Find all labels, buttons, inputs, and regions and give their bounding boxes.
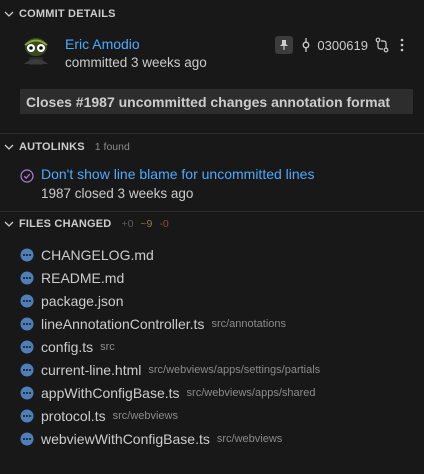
autolink-item[interactable]: Don't show line blame for uncommitted li… — [0, 160, 424, 204]
added-count: +0 — [121, 217, 134, 230]
file-path: src — [100, 340, 115, 353]
autolinks-title: AUTOLINKS — [19, 141, 85, 153]
issue-closed-icon — [20, 169, 34, 183]
file-item[interactable]: protocol.ts src/webviews — [0, 404, 424, 427]
commit-message: Closes #1987 uncommitted changes annotat… — [20, 89, 413, 114]
file-name: README.md — [41, 269, 125, 286]
commit-details-title: COMMIT DETAILS — [19, 8, 116, 20]
avatar[interactable] — [20, 34, 52, 66]
compare-icon[interactable] — [374, 37, 390, 53]
file-item[interactable]: package.json — [0, 289, 424, 312]
file-name: CHANGELOG.md — [41, 246, 154, 263]
chevron-down-icon — [4, 221, 14, 227]
files-changed-section: FILES CHANGED +0 ~9 -0 CHANGELOG.md READ… — [0, 212, 424, 450]
autolinks-section: AUTOLINKS 1 found Don't show line blame … — [0, 134, 424, 204]
file-modified-icon — [20, 271, 34, 284]
file-item[interactable]: CHANGELOG.md — [0, 243, 424, 266]
file-path: src/webviews — [112, 409, 178, 422]
file-modified-icon — [20, 294, 34, 307]
file-modified-icon — [20, 409, 34, 422]
file-name: protocol.ts — [41, 407, 106, 424]
files-changed-header[interactable]: FILES CHANGED +0 ~9 -0 — [0, 212, 424, 234]
file-item[interactable]: README.md — [0, 266, 424, 289]
file-name: config.ts — [41, 338, 94, 355]
file-name: webviewWithConfigBase.ts — [41, 430, 210, 447]
autolinks-count: 1 found — [94, 141, 130, 153]
chevron-down-icon — [4, 144, 14, 150]
files-changed-title: FILES CHANGED — [19, 217, 112, 230]
modified-count: ~9 — [140, 217, 153, 230]
commit-actions: 0300619 — [275, 36, 408, 54]
pin-button[interactable] — [275, 36, 294, 54]
file-modified-icon — [20, 363, 34, 376]
autolink-subtitle: 1987 closed 3 weeks ago — [41, 186, 194, 201]
commit-details-section: COMMIT DETAILS Eric Amodio committed 3 w… — [0, 0, 424, 114]
file-name: package.json — [41, 292, 124, 309]
file-name: lineAnnotationController.ts — [41, 315, 205, 332]
file-modified-icon — [20, 386, 34, 399]
file-path: src/annotations — [211, 317, 287, 330]
file-modified-icon — [20, 340, 34, 353]
file-list: CHANGELOG.md README.md package.json line… — [0, 243, 424, 450]
git-commit-icon — [302, 38, 310, 52]
more-icon[interactable] — [396, 37, 408, 53]
commit-sha-button[interactable]: 0300619 — [299, 38, 368, 53]
file-item[interactable]: current-line.html src/webviews/apps/sett… — [0, 358, 424, 381]
file-item[interactable]: webviewWithConfigBase.ts src/webviews — [0, 427, 424, 450]
file-modified-icon — [20, 432, 34, 445]
commit-details-header[interactable]: COMMIT DETAILS — [0, 0, 424, 25]
file-item[interactable]: appWithConfigBase.ts src/webviews/apps/s… — [0, 381, 424, 404]
pin-icon — [280, 40, 289, 50]
file-path: src/webviews — [216, 432, 283, 445]
file-name: appWithConfigBase.ts — [41, 384, 180, 401]
autolink-title[interactable]: Don't show line blame for uncommitted li… — [41, 166, 314, 182]
file-modified-icon — [20, 248, 34, 261]
file-modified-icon — [20, 317, 34, 330]
commit-sha: 0300619 — [317, 37, 368, 53]
chevron-down-icon — [4, 11, 14, 17]
author-name[interactable]: Eric Amodio — [65, 36, 140, 52]
file-item[interactable]: config.ts src — [0, 335, 424, 358]
autolinks-header[interactable]: AUTOLINKS 1 found — [0, 134, 424, 160]
file-path: src/webviews/apps/shared — [186, 386, 316, 399]
file-name: current-line.html — [41, 361, 142, 378]
commit-date: committed 3 weeks ago — [65, 55, 207, 70]
file-item[interactable]: lineAnnotationController.ts src/annotati… — [0, 312, 424, 335]
file-path: src/webviews/apps/settings/partials — [148, 363, 321, 376]
deleted-count: -0 — [159, 217, 169, 230]
